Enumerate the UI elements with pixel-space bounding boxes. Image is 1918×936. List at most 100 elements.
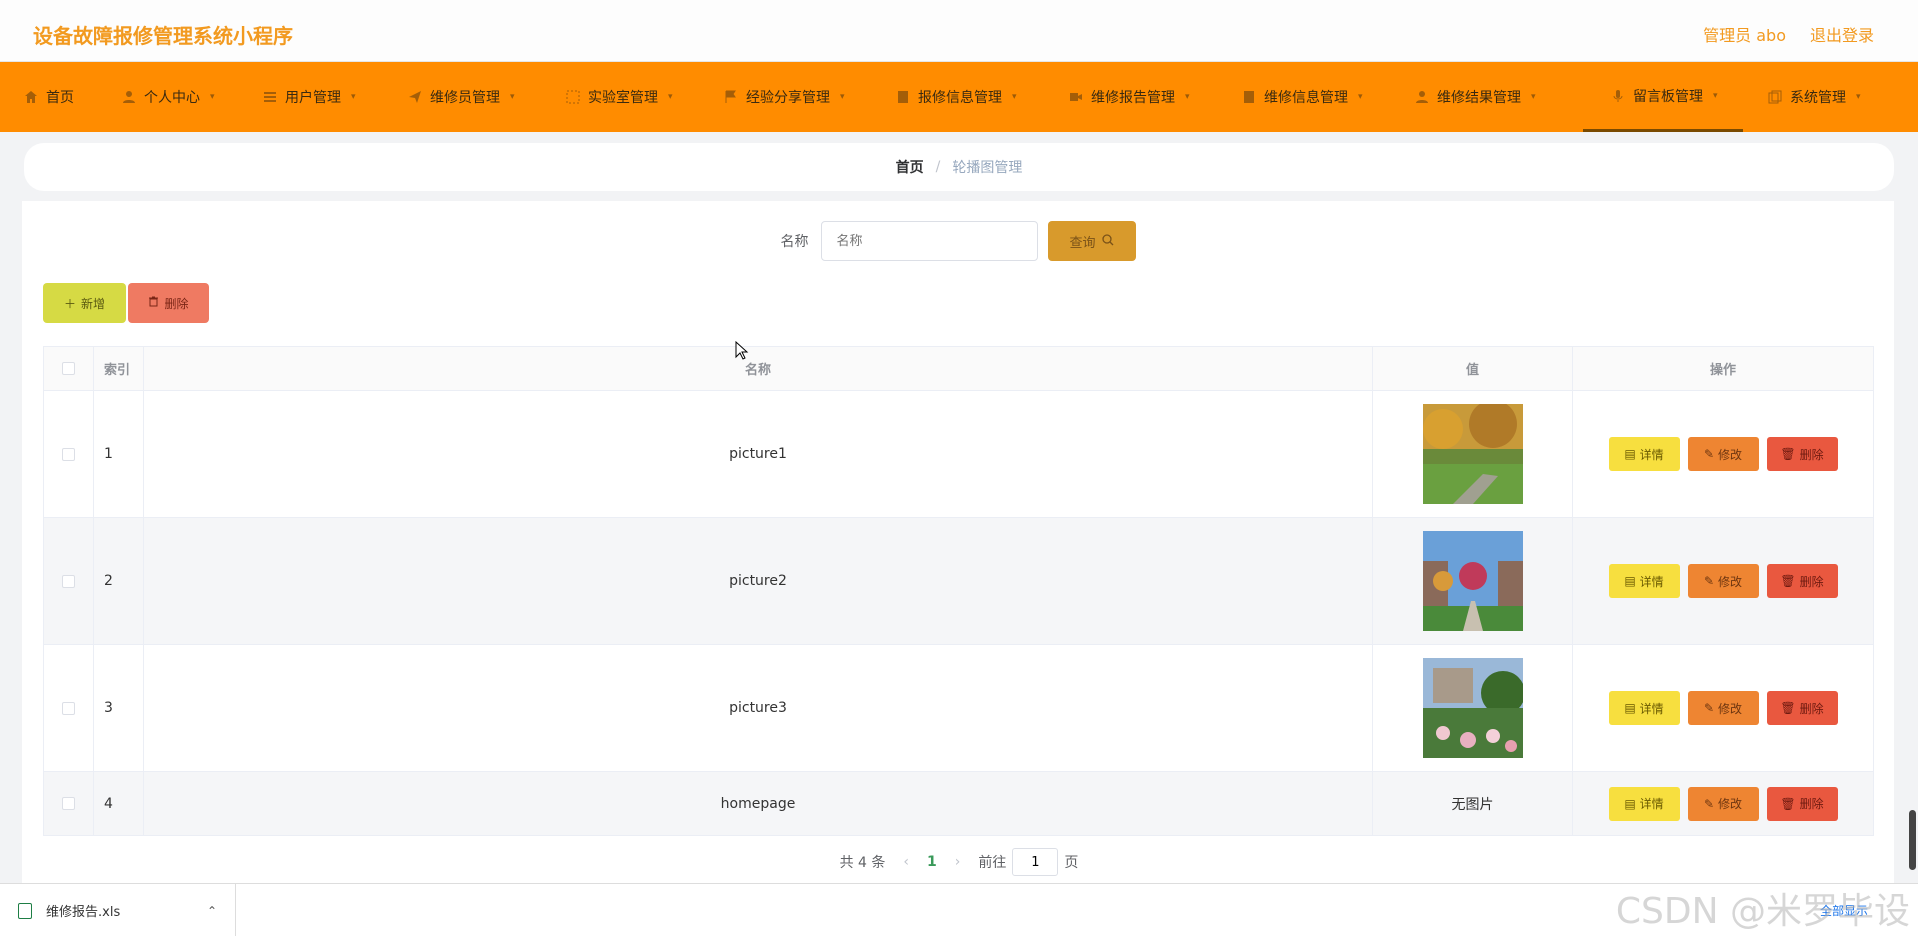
- edit-icon: ✎: [1703, 447, 1715, 461]
- table-row: 3 picture3 ▤ 详情 ✎ 修改 🗑 删除: [44, 645, 1873, 772]
- pagination: 共 4 条 ‹ 1 › 前往 页: [0, 848, 1918, 876]
- nav-item-labs[interactable]: 实验室管理 ▾: [566, 62, 724, 132]
- download-item[interactable]: 维修报告.xls ⌃: [0, 884, 236, 936]
- frame-icon: [566, 90, 580, 104]
- goto-suffix: 页: [1064, 855, 1079, 871]
- delete-button[interactable]: 🗑 删除: [1766, 786, 1838, 821]
- thumbnail-image[interactable]: [1422, 531, 1523, 631]
- row-checkbox[interactable]: [62, 797, 75, 810]
- bulk-delete-button[interactable]: 删除: [128, 283, 209, 323]
- mouse-cursor-icon: [735, 341, 749, 360]
- edit-button[interactable]: ✎ 修改: [1687, 691, 1759, 725]
- detail-button[interactable]: ▤ 详情: [1608, 564, 1680, 598]
- no-image-text: 无图片: [1451, 796, 1494, 813]
- download-filename: 维修报告.xls: [46, 905, 121, 920]
- edit-button[interactable]: ✎ 修改: [1687, 437, 1759, 471]
- trash-icon: [148, 296, 159, 310]
- edit-icon: ✎: [1703, 574, 1715, 588]
- goto-page-input[interactable]: [1012, 848, 1059, 876]
- row-index: 1: [94, 391, 144, 517]
- data-table: 索引 名称 值 操作 1 picture1 ▤ 详情 ✎ 修改 🗑 删除 2 p…: [43, 346, 1874, 836]
- copy-icon: [1768, 90, 1782, 104]
- row-checkbox[interactable]: [62, 701, 75, 715]
- table-row: 4 homepage 无图片 ▤ 详情 ✎ 修改 🗑 删除: [44, 772, 1873, 835]
- chevron-down-icon: ▾: [668, 92, 673, 102]
- select-all-checkbox[interactable]: [62, 362, 75, 375]
- nav-item-system[interactable]: 系统管理 ▾: [1743, 62, 1883, 132]
- person-icon: [1415, 90, 1429, 104]
- nav-item-profile[interactable]: 个人中心 ▾: [118, 62, 263, 132]
- video-icon: [1069, 90, 1083, 104]
- row-index: 3: [94, 645, 144, 771]
- delete-button[interactable]: 🗑 删除: [1766, 691, 1838, 725]
- breadcrumb-current: 轮播图管理: [952, 160, 1023, 176]
- row-name: picture2: [144, 518, 1373, 644]
- table-header: 索引 名称 值 操作: [44, 347, 1873, 391]
- nav-item-experience[interactable]: 经验分享管理 ▾: [724, 62, 896, 132]
- home-icon: [24, 90, 38, 104]
- nav-item-repair-info[interactable]: 报修信息管理 ▾: [896, 62, 1069, 132]
- logout-link[interactable]: 退出登录: [1810, 22, 1874, 46]
- goto-prefix: 前往: [978, 855, 1007, 871]
- breadcrumb-separator: /: [935, 159, 941, 175]
- edit-button[interactable]: ✎ 修改: [1687, 786, 1759, 821]
- thumbnail-image[interactable]: [1422, 404, 1523, 504]
- doc-icon: ▤: [1624, 796, 1636, 811]
- add-button[interactable]: ＋ 新增: [43, 283, 126, 323]
- trash-icon: 🗑: [1780, 796, 1796, 811]
- search-label: 名称: [780, 234, 809, 250]
- row-index: 2: [94, 518, 144, 644]
- mic-icon: [1611, 89, 1625, 103]
- detail-button[interactable]: ▤ 详情: [1608, 437, 1680, 471]
- scrollbar[interactable]: [1909, 810, 1916, 870]
- thumbnail-image[interactable]: [1422, 658, 1523, 758]
- header-index: 索引: [94, 347, 144, 390]
- row-name: homepage: [144, 772, 1373, 835]
- main-nav: 首页 个人中心 ▾ 用户管理 ▾ 维修员管理 ▾ 实验室管理 ▾ 经验分享管理 ▾ 报修信…: [0, 62, 1918, 132]
- row-checkbox[interactable]: [62, 447, 75, 461]
- nav-item-repair-result[interactable]: 维修结果管理 ▾: [1415, 62, 1588, 132]
- detail-button[interactable]: ▤ 详情: [1608, 691, 1680, 725]
- excel-file-icon: [18, 902, 32, 919]
- nav-item-repair-detail[interactable]: 维修信息管理 ▾: [1242, 62, 1415, 132]
- delete-button[interactable]: 🗑 删除: [1766, 564, 1838, 598]
- trash-icon: 🗑: [1780, 447, 1796, 461]
- chevron-down-icon: ▾: [1012, 92, 1017, 102]
- breadcrumb: 首页 / 轮播图管理: [24, 143, 1894, 191]
- nav-item-home[interactable]: 首页: [0, 62, 118, 132]
- search-row: 名称 查询: [22, 221, 1894, 261]
- trash-icon: 🗑: [1780, 574, 1796, 588]
- next-page-icon[interactable]: ›: [955, 854, 961, 870]
- doc-icon: [896, 90, 910, 104]
- nav-item-repairers[interactable]: 维修员管理 ▾: [408, 62, 566, 132]
- chevron-down-icon: ▾: [510, 92, 515, 102]
- edit-icon: ✎: [1703, 701, 1715, 715]
- edit-icon: ✎: [1703, 796, 1715, 811]
- row-name: picture1: [144, 391, 1373, 517]
- watermark: CSDN @米罗毕设: [1615, 891, 1910, 932]
- doc-icon: ▤: [1624, 574, 1636, 588]
- detail-button[interactable]: ▤ 详情: [1608, 786, 1680, 821]
- page-number-current[interactable]: 1: [927, 854, 937, 870]
- doc-icon: ▤: [1624, 447, 1636, 461]
- row-checkbox[interactable]: [62, 574, 75, 588]
- plus-icon: ＋: [63, 296, 76, 311]
- send-icon: [408, 90, 422, 104]
- app-title: 设备故障报修管理系统小程序: [33, 24, 293, 48]
- flag-icon: [724, 90, 738, 104]
- admin-name: 管理员 abo: [1703, 26, 1786, 45]
- search-button[interactable]: 查询: [1047, 221, 1136, 261]
- edit-button[interactable]: ✎ 修改: [1687, 564, 1759, 598]
- list-icon: [263, 90, 277, 104]
- header-ops: 操作: [1709, 363, 1736, 378]
- nav-item-repair-report[interactable]: 维修报告管理 ▾: [1069, 62, 1242, 132]
- chevron-down-icon: ▾: [1185, 92, 1190, 102]
- prev-page-icon[interactable]: ‹: [903, 854, 909, 870]
- chevron-up-icon[interactable]: ⌃: [207, 904, 217, 918]
- chevron-down-icon: ▾: [1713, 90, 1718, 101]
- search-input[interactable]: [820, 221, 1038, 261]
- nav-item-users[interactable]: 用户管理 ▾: [263, 62, 408, 132]
- breadcrumb-home[interactable]: 首页: [896, 157, 924, 177]
- delete-button[interactable]: 🗑 删除: [1766, 437, 1838, 471]
- nav-item-message-board[interactable]: 留言板管理 ▾: [1583, 62, 1743, 132]
